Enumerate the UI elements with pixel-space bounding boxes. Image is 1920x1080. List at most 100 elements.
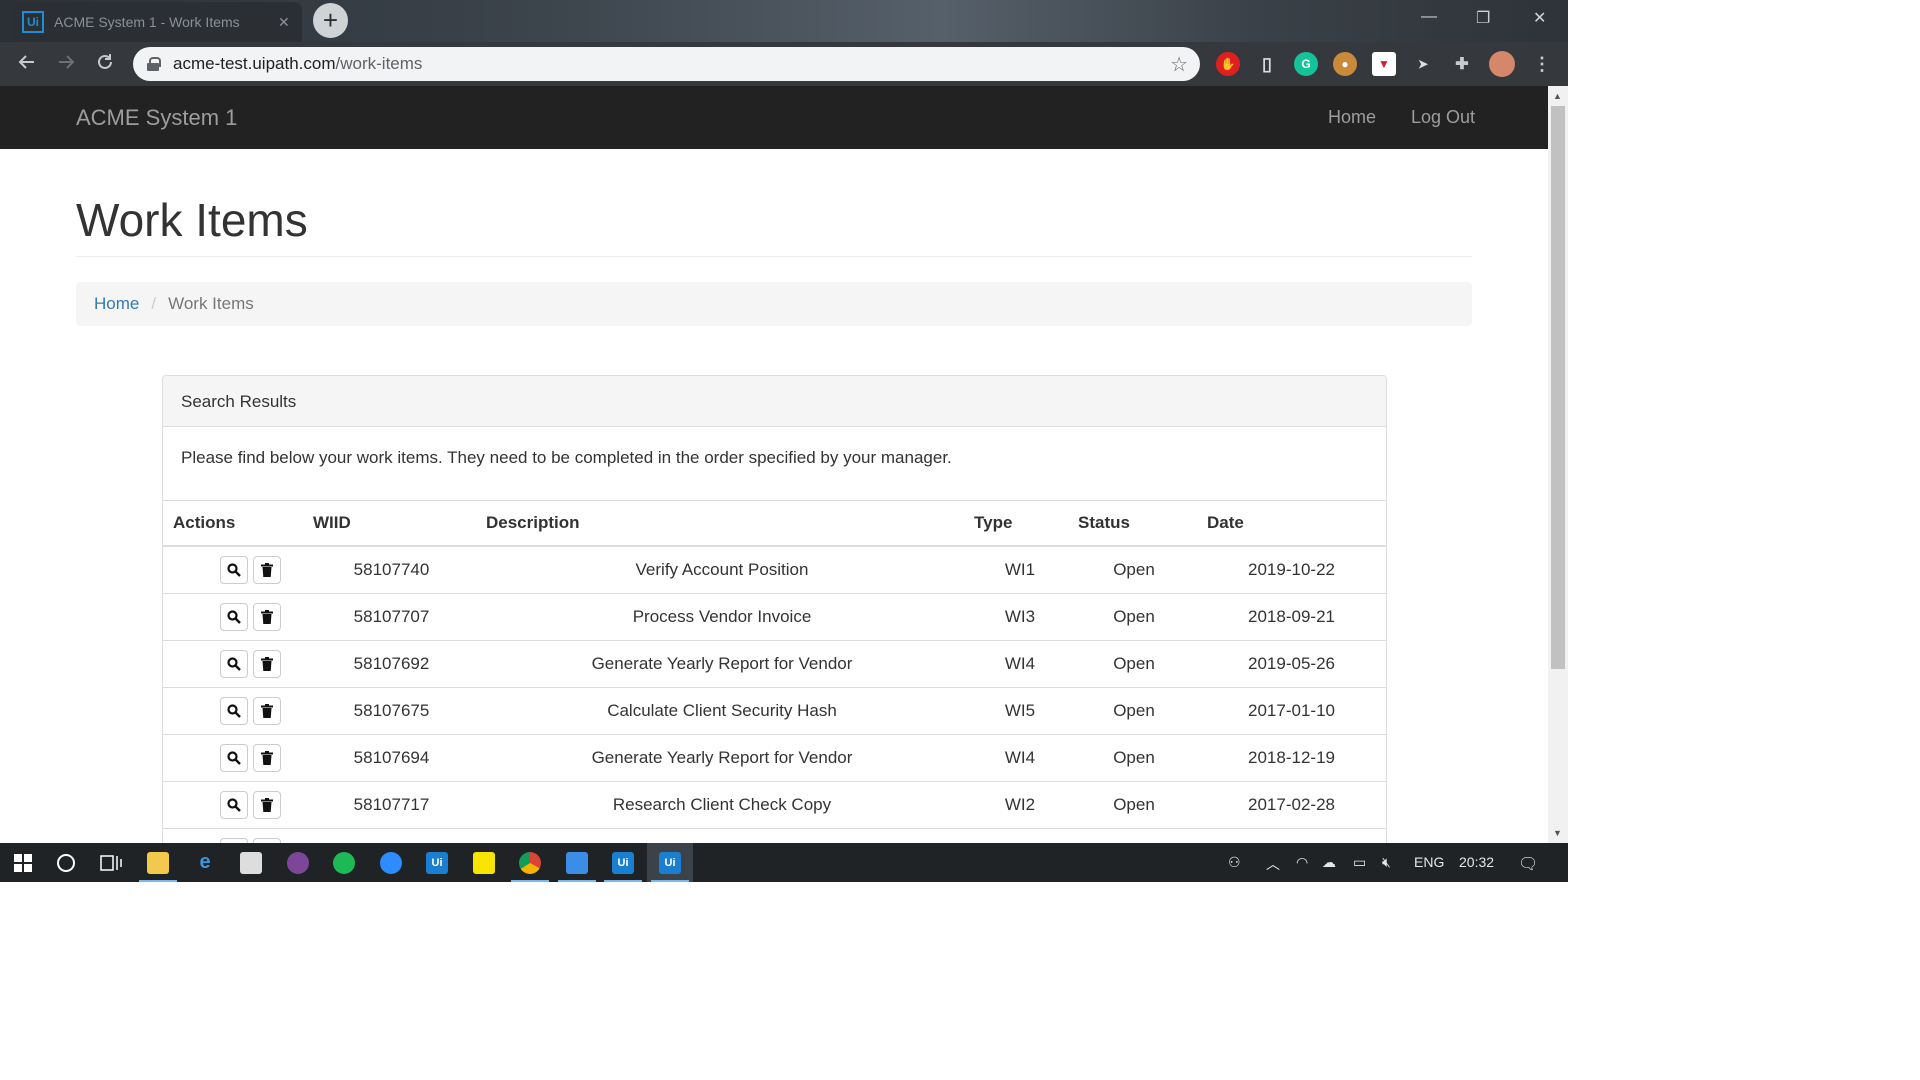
extensions-puzzle-icon[interactable]: ✚ [1450,52,1474,76]
nav-logout-link[interactable]: Log Out [1411,107,1475,128]
type-cell: WI4 [969,734,1071,782]
reload-icon[interactable] [95,52,115,78]
cookie-extension-icon[interactable]: ● [1333,52,1357,76]
header-wiid: WIID [308,501,475,547]
actions-cell [163,781,308,829]
table-header-row: Actions WIID Description Type Status Dat… [163,501,1386,547]
view-details-button[interactable] [220,602,248,631]
zoom-icon[interactable] [368,843,414,882]
date-cell: 2017-02-28 [1197,781,1386,829]
address-bar[interactable]: acme-test.uipath.com/work-items ☆ [133,47,1200,81]
people-icon[interactable]: ⚇ [1228,854,1241,871]
search-icon [227,656,241,671]
actions-cell [163,640,308,688]
view-details-button[interactable] [220,696,248,725]
windows-start-icon[interactable] [0,843,46,882]
share-extension-icon[interactable]: ➤ [1411,52,1435,76]
wiid-cell: 58107675 [308,687,475,735]
delete-button[interactable] [253,602,281,631]
volume-muted-icon[interactable]: 🔇︎ [1382,854,1391,871]
view-details-button[interactable] [220,649,248,678]
delete-button[interactable] [253,649,281,678]
url-path: /work-items [335,54,423,73]
view-details-button[interactable] [220,555,248,584]
task-view-icon[interactable] [88,843,134,882]
actions-cell [163,593,308,641]
view-details-button[interactable] [220,790,248,819]
header-actions: Actions [163,501,308,547]
store-icon[interactable] [228,843,274,882]
chrome-menu-icon[interactable]: ⋮ [1530,52,1554,76]
cortana-search-icon[interactable] [43,843,89,882]
panel-heading: Search Results [163,376,1386,427]
onedrive-icon[interactable]: ☁ [1322,854,1336,871]
battery-icon[interactable]: ▭ [1353,854,1366,871]
pocket-extension-icon[interactable]: ▼ [1372,52,1396,76]
edge-browser-icon[interactable]: e [182,843,228,882]
brand-link[interactable]: ACME System 1 [76,105,237,131]
table-row: 58107717 Research Client Check Copy WI2 Ope… [163,781,1386,829]
delete-button[interactable] [253,555,281,584]
nav-home-link[interactable]: Home [1328,107,1376,128]
status-cell: Open [1071,640,1197,688]
bookmark-star-icon[interactable]: ☆ [1170,52,1188,77]
delete-button[interactable] [253,743,281,772]
tab-title: ACME System 1 - Work Items [54,14,240,30]
office-extension-icon[interactable]: ▯ [1255,52,1279,76]
search-icon [227,703,241,718]
tor-browser-icon[interactable] [275,843,321,882]
delete-button[interactable] [253,696,281,725]
uipath-studio-icon[interactable]: Ui [414,843,460,882]
wifi-icon[interactable]: ◠ [1296,854,1308,871]
trash-icon [261,562,273,577]
scroll-up-arrow-icon[interactable]: ▲ [1553,91,1562,101]
wiid-cell: 58107692 [308,640,475,688]
close-window-button[interactable]: ✕ [1533,8,1546,28]
chrome-icon[interactable] [507,843,553,882]
grammarly-extension-icon[interactable]: G [1294,52,1318,76]
uipath-robot-icon[interactable]: Ui [600,843,646,882]
view-details-button[interactable] [220,743,248,772]
breadcrumb-home-link[interactable]: Home [94,294,139,314]
browser-tab[interactable]: Ui ACME System 1 - Work Items ✕ [10,2,302,42]
spotify-icon[interactable] [321,843,367,882]
uipath-assistant-icon[interactable]: Ui [647,843,693,882]
restore-button[interactable]: ❐ [1476,8,1490,28]
new-tab-button[interactable]: + [313,3,348,38]
actions-cell [163,687,308,735]
minimize-button[interactable]: — [1421,8,1437,26]
header-date: Date [1197,501,1386,547]
header-status: Status [1071,501,1197,547]
breadcrumb-separator: / [151,294,157,313]
vertical-scrollbar[interactable]: ▲ ▼ [1548,86,1568,843]
url-host: acme-test.uipath.com [173,54,336,73]
forward-arrow-icon[interactable] [56,52,76,78]
uipath-label: Ui [426,851,448,874]
date-cell: 2018-12-19 [1197,734,1386,782]
app-window-icon[interactable] [554,843,600,882]
file-explorer-icon[interactable] [135,843,181,882]
actions-cell [163,546,308,594]
profile-avatar[interactable] [1489,51,1515,77]
scrollbar-thumb[interactable] [1551,106,1565,669]
sticky-notes-icon[interactable] [461,843,507,882]
date-cell: 2017-01-10 [1197,687,1386,735]
tab-close-icon[interactable]: ✕ [278,14,290,31]
tray-chevron-up-icon[interactable]: ︿ [1266,854,1280,874]
header-type: Type [969,501,1071,547]
browser-tab-strip: Ui ACME System 1 - Work Items ✕ + — ❐ ✕ [0,0,1568,42]
status-cell: Open [1071,687,1197,735]
status-cell: Open [1071,593,1197,641]
clock[interactable]: 20:32 [1459,854,1494,870]
language-indicator[interactable]: ENG [1414,854,1444,870]
breadcrumb: Home / Work Items [76,282,1472,326]
delete-button[interactable] [253,790,281,819]
lock-icon [147,57,161,71]
scroll-down-arrow-icon[interactable]: ▼ [1553,828,1562,838]
search-icon [227,750,241,765]
table-row: 58107694 Generate Yearly Report for Vendo… [163,734,1386,782]
back-arrow-icon[interactable] [17,52,37,78]
action-center-icon[interactable]: 🗨︎ [1518,854,1538,874]
adblock-extension-icon[interactable]: ✋ [1216,52,1240,76]
date-cell: 2018-09-21 [1197,593,1386,641]
